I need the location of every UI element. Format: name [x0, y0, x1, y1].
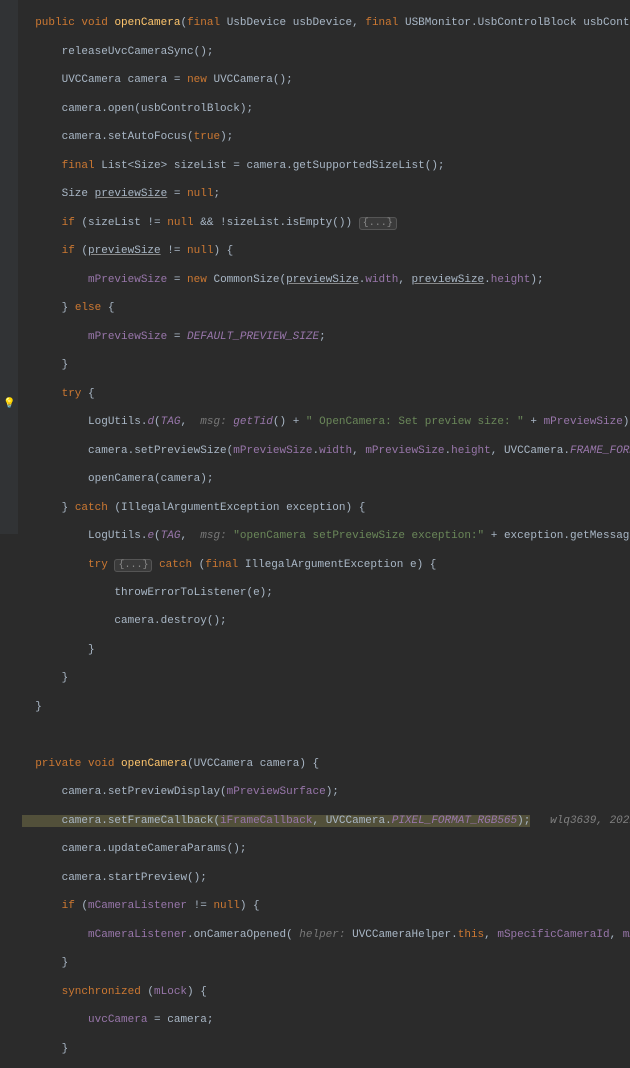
code-area[interactable]: public void openCamera(final UsbDevice u…: [18, 0, 630, 534]
lightbulb-icon[interactable]: 💡: [3, 398, 15, 411]
code-editor[interactable]: 💡 public void openCamera(final UsbDevice…: [0, 0, 630, 534]
gutter: 💡: [0, 0, 18, 534]
fold-marker[interactable]: {...}: [359, 217, 397, 230]
fold-marker[interactable]: {...}: [114, 559, 152, 572]
